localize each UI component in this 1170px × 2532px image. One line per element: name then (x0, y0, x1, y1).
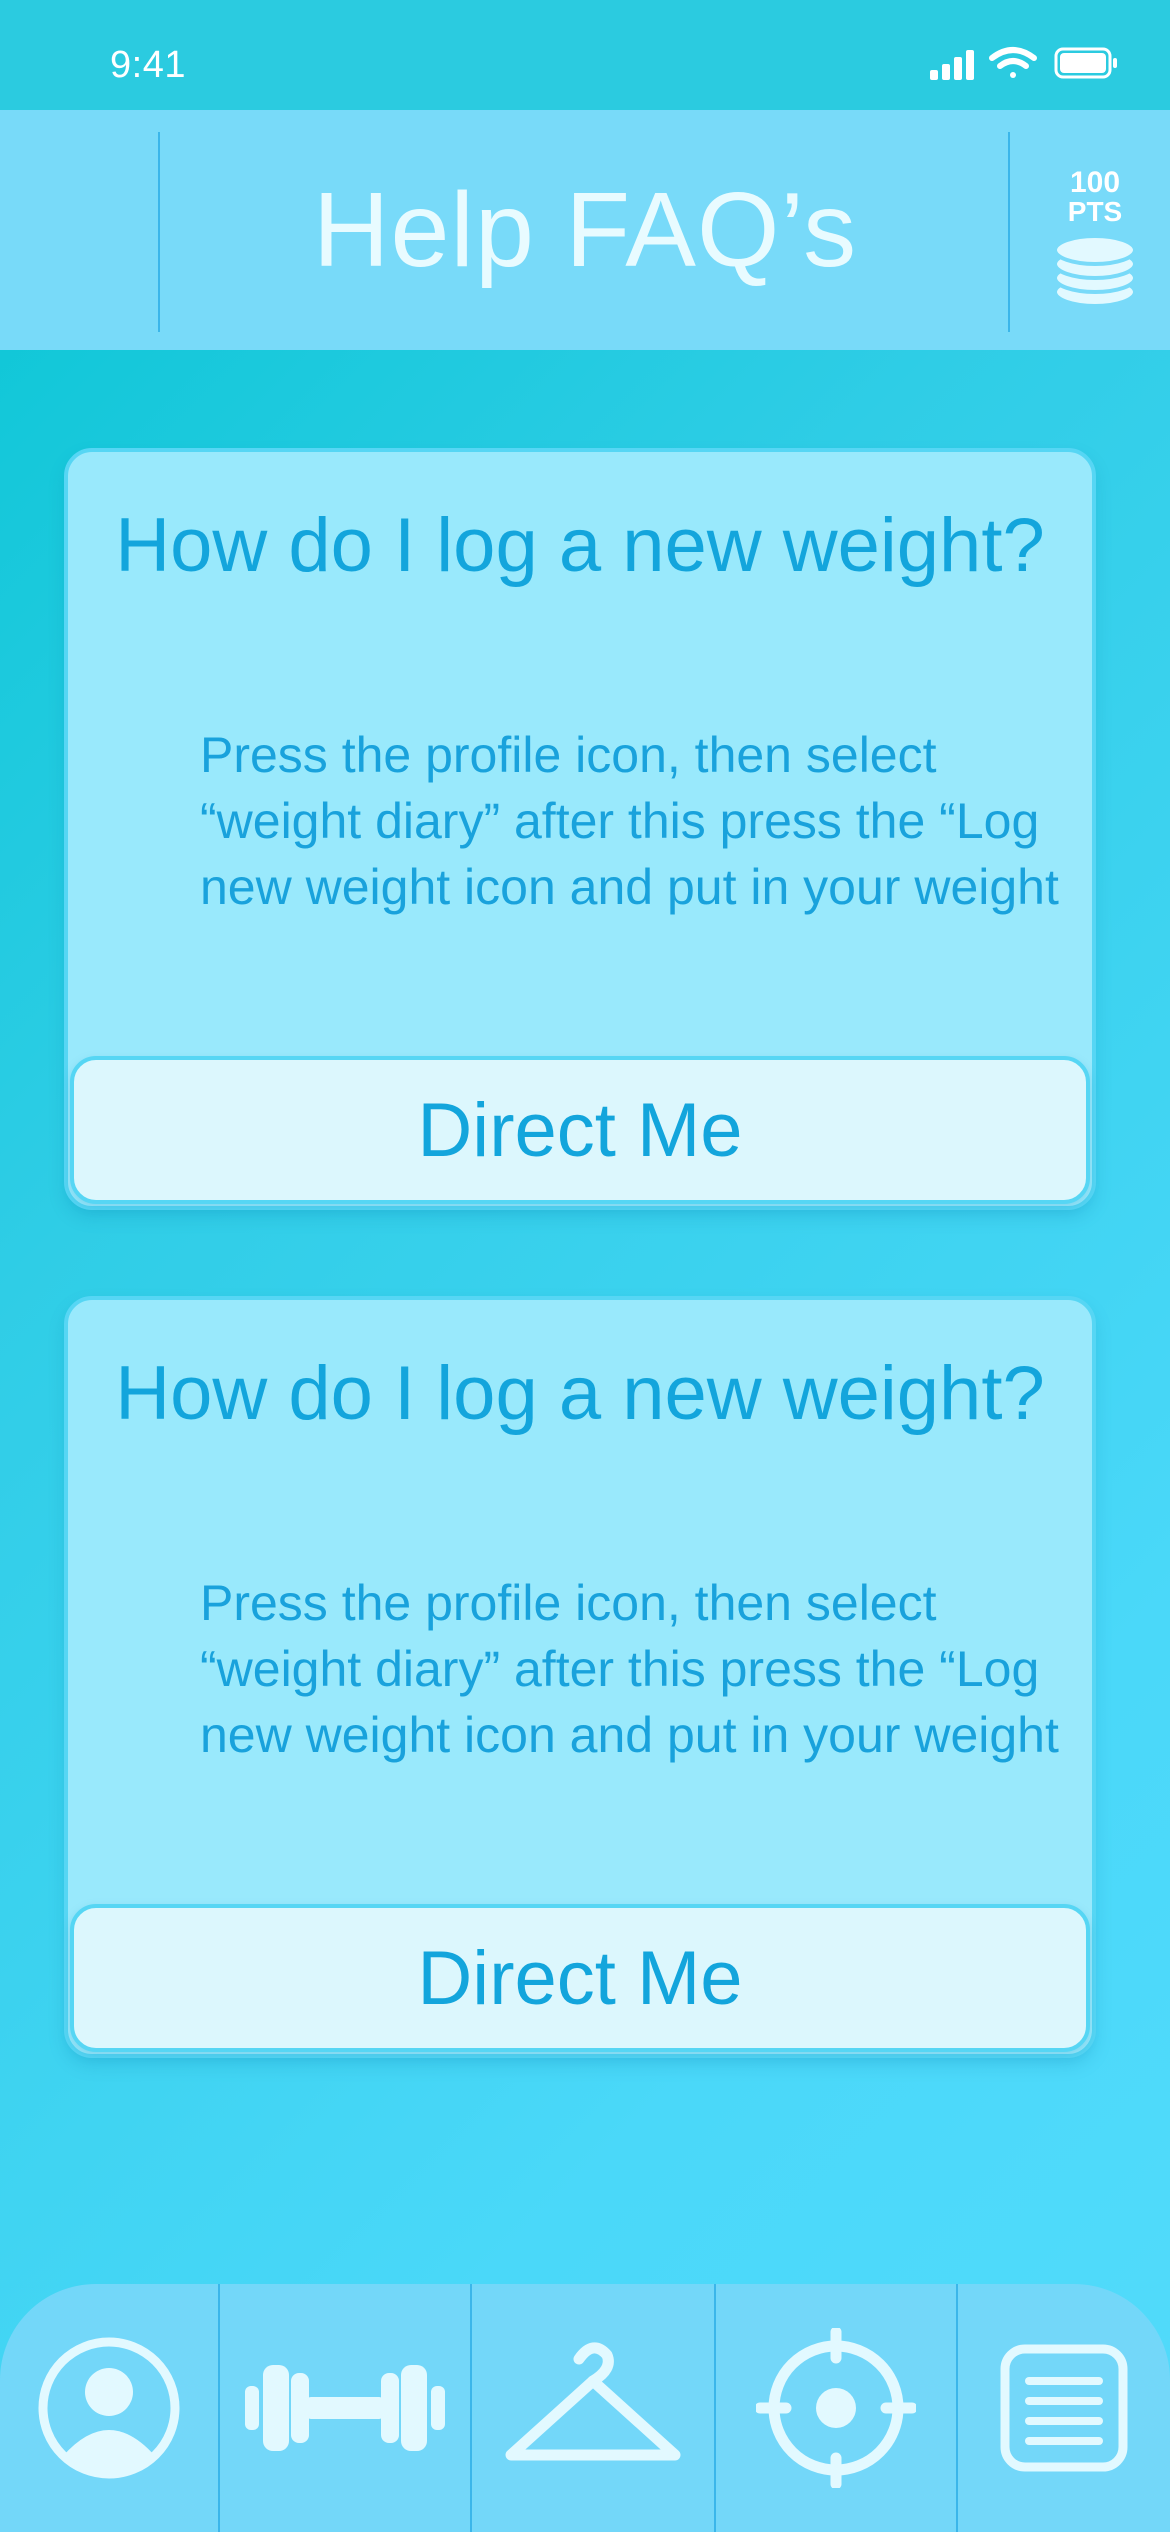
signal-icon (930, 50, 974, 80)
battery-icon (1054, 47, 1117, 79)
nav-item-wardrobe[interactable] (472, 2284, 714, 2532)
direct-me-button[interactable]: Direct Me (70, 1056, 1090, 1204)
direct-me-label: Direct Me (417, 1935, 743, 2021)
direct-me-label: Direct Me (417, 1087, 743, 1173)
faq-card: How do I log a new weight? Press the pro… (64, 448, 1096, 1210)
points-unit: PTS (1067, 196, 1123, 227)
header: Help FAQ’s 100 PTS (0, 110, 1170, 350)
points-value: 100 (1069, 166, 1121, 199)
list-icon (1000, 2344, 1128, 2472)
hanger-icon (505, 2342, 681, 2461)
status-icons (870, 44, 1120, 84)
faq-answer: Press the profile icon, then select “wei… (200, 1575, 1059, 1763)
faq-question: How do I log a new weight? (115, 1351, 1045, 1436)
dumbbell-icon (245, 2365, 445, 2451)
faq-card: How do I log a new weight? Press the pro… (64, 1296, 1096, 2058)
nav-item-menu[interactable] (958, 2284, 1170, 2532)
nav-item-workouts[interactable] (220, 2284, 470, 2532)
faq-question: How do I log a new weight? (115, 503, 1045, 588)
header-divider (1008, 132, 1010, 332)
status-bar: 9:41 (0, 0, 1170, 110)
coins-icon (1053, 234, 1137, 308)
nav-item-profile[interactable] (0, 2284, 218, 2532)
target-icon (756, 2328, 916, 2488)
nav-item-goals[interactable] (716, 2284, 956, 2532)
faq-answer: Press the profile icon, then select “wei… (200, 727, 1059, 915)
points-badge[interactable]: 100 PTS (1040, 168, 1150, 328)
direct-me-button[interactable]: Direct Me (70, 1904, 1090, 2052)
profile-icon (38, 2337, 180, 2479)
page-title: Help FAQ’s (312, 171, 858, 289)
bottom-nav (0, 2284, 1170, 2532)
status-time: 9:41 (110, 44, 186, 86)
wifi-icon (989, 47, 1037, 78)
